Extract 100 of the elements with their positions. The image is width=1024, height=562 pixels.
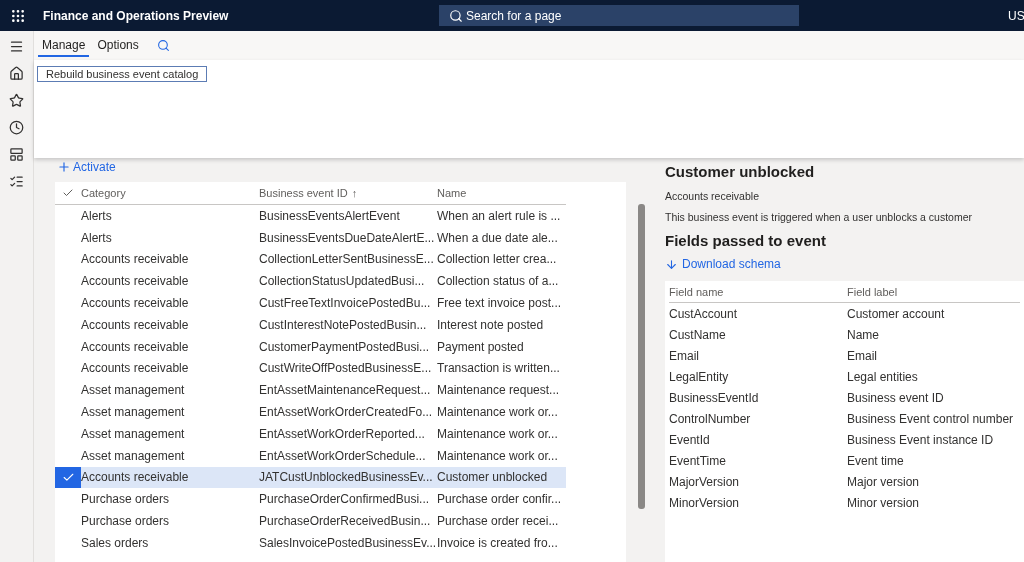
column-header[interactable]: Name: [437, 187, 566, 199]
sort-arrow: ↑: [351, 187, 358, 199]
table-cell: SalesInvoicePostedBusinessEv...: [259, 535, 437, 550]
table-cell-text: Accounts receivable: [81, 317, 190, 332]
table-cell-text: Collection letter crea...: [437, 252, 558, 267]
table-cell-text: Accounts receivable: [81, 274, 190, 289]
grid-row[interactable]: Accounts receivable CustInterestNotePostedBusin... Interest note posted: [55, 314, 566, 336]
table-cell-text: EntAssetMaintenanceRequest...: [259, 383, 432, 398]
grid-row[interactable]: Sales orders SalesInvoicePostedBusinessEv...Invoice is created fro...: [55, 531, 566, 554]
table-cell-text: Name: [847, 327, 880, 342]
grid-row[interactable]: Accounts receivable JATCustUnblockedBusinessEv... Customer unblocked: [55, 466, 566, 489]
app-launcher-icon[interactable]: [9, 7, 26, 24]
table-cell-text: JATCustUnblockedBusinessEv...: [259, 470, 434, 485]
column-header[interactable]: Business event ID ↑: [259, 187, 437, 199]
table-cell-text: Customer unblocked: [437, 470, 549, 485]
table-cell-text: Minor version: [847, 495, 921, 510]
menu-icon[interactable]: [9, 39, 24, 54]
home-icon[interactable]: [9, 66, 24, 81]
table-cell-text: Free text invoice post...: [437, 296, 563, 311]
activate-button[interactable]: Activate: [55, 160, 118, 174]
table-cell-text: Asset management: [81, 383, 186, 398]
table-cell-text: BusinessEventId: [669, 390, 760, 405]
table-cell-text: CustName: [669, 327, 727, 342]
table-cell-text: Customer account: [847, 306, 946, 321]
workspace-icon[interactable]: [9, 147, 24, 162]
event-category: Accounts receivable: [665, 190, 760, 202]
table-cell-text: EntAssetWorkOrderCreatedFo...: [259, 405, 434, 420]
table-cell-text: EventTime: [669, 453, 727, 468]
event-title: Customer unblocked: [665, 163, 816, 180]
grid-row[interactable]: Accounts receivable CustWriteOffPostedBusinessE... Transaction is written...: [55, 357, 566, 380]
select-all-icon[interactable]: [62, 187, 74, 199]
table-cell-text: Asset management: [81, 405, 186, 420]
table-cell-text: CollectionStatusUpdatedBusi...: [259, 274, 426, 289]
table-cell-text: Sales orders: [81, 535, 150, 550]
column-header[interactable]: Field label: [847, 285, 1020, 298]
table-cell-text: Accounts receivable: [81, 296, 190, 311]
ribbon-action-button[interactable]: Rebuild business event catalog: [37, 66, 208, 82]
table-cell-text: LegalEntity: [669, 369, 730, 384]
company-label[interactable]: US: [1008, 8, 1024, 23]
table-cell-text: Accounts receivable: [81, 339, 190, 354]
table-cell-text: PurchaseOrderConfirmedBusi...: [259, 492, 431, 507]
table-cell-text: Purchase order recei...: [437, 514, 560, 529]
clock-icon[interactable]: [9, 120, 24, 135]
table-cell-text: Transaction is written...: [437, 361, 561, 376]
grid-row[interactable]: Accounts receivable CustomerPaymentPostedBusi... Payment posted: [55, 335, 566, 358]
grid-row[interactable]: Asset management EntAssetMaintenanceRequest... Maintenance request...: [55, 379, 566, 402]
ribbon-tab[interactable]: Options: [93, 34, 143, 57]
table-cell-text: CustomerPaymentPostedBusi...: [259, 339, 431, 354]
table-cell-text: Maintenance request...: [437, 383, 561, 398]
grid-row[interactable]: Asset management EntAssetWorkOrderSchedule... Maintenance work or...: [55, 444, 566, 467]
plus-icon: [57, 160, 71, 174]
grid-row[interactable]: Purchase orders PurchaseOrderConfirmedBusi... Purchase order confir...: [55, 488, 566, 511]
table-cell-text: Collection status of a...: [437, 274, 560, 289]
table-cell-text: Invoice is created fro...: [437, 535, 559, 550]
table-cell-text: Business event ID: [847, 390, 945, 405]
table-cell-text: Asset management: [81, 448, 186, 463]
section-heading: Fields passed to event: [665, 232, 827, 249]
column-header[interactable]: Field name: [669, 285, 847, 298]
grid-row[interactable]: Alerts BusinessEventsDueDateAlertE... When a due date ale...: [55, 226, 566, 249]
ribbon-tab[interactable]: Manage: [38, 34, 90, 57]
table-cell-text: MajorVersion: [669, 474, 741, 489]
grid-row[interactable]: Accounts receivable CollectionStatusUpdatedBusi... Collection status of a...: [55, 270, 566, 293]
table-cell-text: Alerts: [81, 230, 113, 245]
table-cell-text: When a due date ale...: [437, 230, 559, 245]
table-cell-text: Accounts receivable: [81, 470, 190, 485]
table-cell-text: CustAccount: [669, 306, 739, 321]
search-icon: [449, 8, 463, 23]
star-icon[interactable]: [9, 93, 24, 108]
table-cell-text: Purchase order confir...: [437, 492, 563, 507]
table-cell-text: Legal entities: [847, 369, 919, 384]
table-cell-text: Maintenance work or...: [437, 405, 559, 420]
table-cell-text: Maintenance work or...: [437, 448, 559, 463]
table-cell-text: MinorVersion: [669, 495, 741, 510]
grid-row[interactable]: Alerts BusinessEventsAlertEvent When an alert rule is ...: [55, 205, 566, 227]
download-link[interactable]: Download schema: [665, 257, 1024, 271]
list-icon[interactable]: [9, 174, 24, 189]
table-cell-text: ControlNumber: [669, 411, 752, 426]
table-cell-text: CustInterestNotePostedBusin...: [259, 317, 428, 332]
grid-row[interactable]: Purchase orders PurchaseOrderReceivedBusin... Purchase order recei...: [55, 510, 566, 532]
table-cell-text: BusinessEventsAlertEvent: [259, 208, 401, 223]
table-cell-text: Event time: [847, 453, 905, 468]
table-cell-text: Accounts receivable: [81, 252, 190, 267]
column-header[interactable]: Category: [81, 187, 259, 199]
grid-row[interactable]: Accounts receivable CustFreeTextInvoicePostedBu... Free text invoice post...: [55, 292, 566, 314]
table-cell-text: Purchase orders: [81, 492, 171, 507]
grid-row[interactable]: Accounts receivable CollectionLetterSentBusinessE... Collection letter crea...: [55, 248, 566, 271]
table-cell-text: PurchaseOrderReceivedBusin...: [259, 514, 432, 529]
table-cell-text: When an alert rule is ...: [437, 208, 562, 223]
search-icon[interactable]: [156, 39, 170, 52]
table-cell-text: Purchase orders: [81, 514, 171, 529]
table-cell-text: BusinessEventsDueDateAlertE...: [259, 230, 436, 245]
grid-row[interactable]: Asset management EntAssetWorkOrderCreatedFo... Maintenance work or...: [55, 401, 566, 423]
app-title: Finance and Operations Preview: [43, 8, 230, 23]
table-cell-text: CollectionLetterSentBusinessE...: [259, 252, 435, 267]
table-cell-text: Alerts: [81, 208, 113, 223]
table-cell-text: Email: [847, 348, 878, 363]
search-field[interactable]: Search for a page: [439, 5, 799, 26]
grid-row[interactable]: Asset management EntAssetWorkOrderReported... Maintenance work or...: [55, 422, 566, 445]
scrollbar[interactable]: [638, 204, 645, 509]
table-cell-text: CustFreeTextInvoicePostedBu...: [259, 296, 432, 311]
